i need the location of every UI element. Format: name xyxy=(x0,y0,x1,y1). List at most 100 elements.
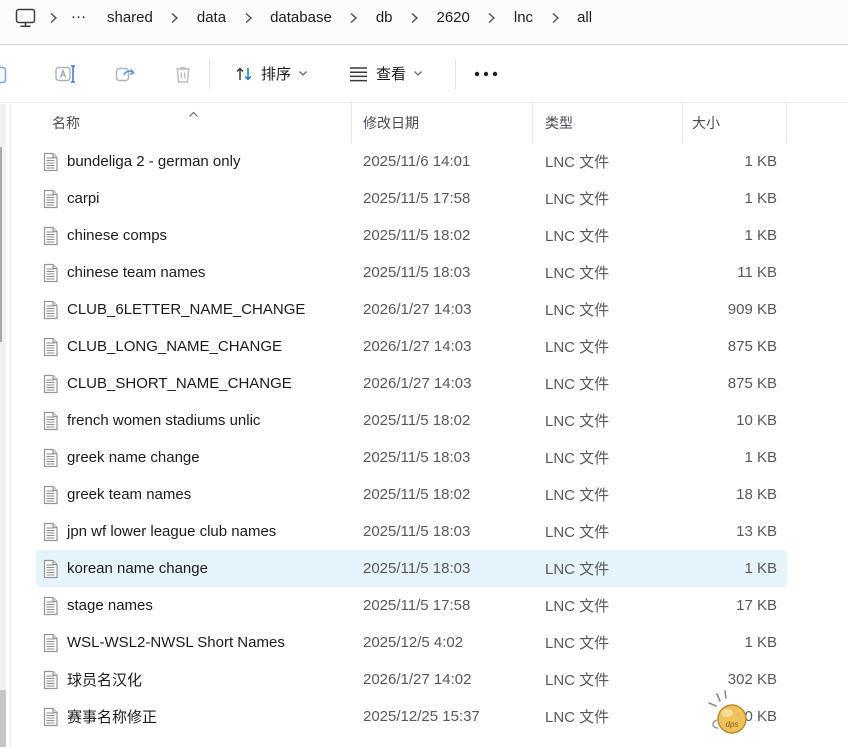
document-icon xyxy=(42,152,59,172)
nav-pane-edge-bottom xyxy=(0,690,6,747)
table-row[interactable]: chinese comps 2025/11/5 18:02 LNC 文件 1 K… xyxy=(36,217,787,254)
file-size: 875 KB xyxy=(683,338,787,355)
file-size: 1 KB xyxy=(683,634,787,651)
table-row[interactable]: CLUB_SHORT_NAME_CHANGE 2026/1/27 14:03 L… xyxy=(36,365,787,402)
sort-ascending-caret-icon xyxy=(188,105,199,121)
file-type: LNC 文件 xyxy=(533,484,683,505)
chevron-right-icon xyxy=(345,12,363,24)
nav-pane-scrollbar[interactable] xyxy=(0,147,2,342)
document-icon xyxy=(42,707,59,727)
file-date-modified: 2025/12/5 4:02 xyxy=(352,634,533,651)
file-size: 11 KB xyxy=(683,264,787,281)
copy-button[interactable] xyxy=(0,54,28,94)
breadcrumb-item-all[interactable]: all xyxy=(566,5,603,30)
file-name: chinese team names xyxy=(67,264,205,281)
table-row[interactable]: CLUB_LONG_NAME_CHANGE 2026/1/27 14:03 LN… xyxy=(36,328,787,365)
document-icon xyxy=(42,189,59,209)
document-icon xyxy=(42,448,59,468)
file-date-modified: 2026/1/27 14:03 xyxy=(352,375,533,392)
chevron-down-icon xyxy=(298,70,308,77)
column-header-date-modified[interactable]: 修改日期 xyxy=(352,103,533,143)
breadcrumb-item-db[interactable]: db xyxy=(365,5,404,30)
file-type: LNC 文件 xyxy=(533,632,683,653)
file-type: LNC 文件 xyxy=(533,336,683,357)
column-header-row: 名称 修改日期 类型 大小 xyxy=(36,103,848,143)
file-explorer-window: … shared data database db 2620 lncall xyxy=(0,0,848,747)
ellipsis-icon xyxy=(473,71,499,77)
document-icon xyxy=(42,226,59,246)
delete-button[interactable] xyxy=(159,54,207,94)
table-row[interactable]: 球员名汉化 2026/1/27 14:02 LNC 文件 302 KB xyxy=(36,661,787,698)
sort-label: 排序 xyxy=(261,63,291,84)
table-row[interactable]: korean name change 2025/11/5 18:03 LNC 文… xyxy=(36,550,787,587)
rename-button[interactable] xyxy=(42,54,90,94)
sort-arrows-icon xyxy=(234,64,254,84)
column-header-size[interactable]: 大小 xyxy=(683,103,787,143)
breadcrumb-item-data[interactable]: data xyxy=(186,5,237,30)
file-size: 1 KB xyxy=(683,153,787,170)
file-size: 20 KB xyxy=(683,708,787,725)
table-row[interactable]: WSL-WSL2-NWSL Short Names 2025/12/5 4:02… xyxy=(36,624,787,661)
file-type: LNC 文件 xyxy=(533,188,683,209)
file-type: LNC 文件 xyxy=(533,225,683,246)
file-size: 18 KB xyxy=(683,486,787,503)
share-icon xyxy=(114,63,138,85)
monitor-icon[interactable] xyxy=(8,4,42,32)
file-name: CLUB_6LETTER_NAME_CHANGE xyxy=(67,301,305,318)
file-size: 875 KB xyxy=(683,375,787,392)
file-size: 1 KB xyxy=(683,190,787,207)
pane-divider xyxy=(10,104,11,747)
file-name: greek name change xyxy=(67,449,200,466)
table-row[interactable]: CLUB_6LETTER_NAME_CHANGE 2026/1/27 14:03… xyxy=(36,291,787,328)
table-row[interactable]: greek name change 2025/11/5 18:03 LNC 文件… xyxy=(36,439,787,476)
file-name: bundeliga 2 - german only xyxy=(67,153,240,170)
file-name: korean name change xyxy=(67,560,208,577)
file-name: carpi xyxy=(67,190,100,207)
file-name: french women stadiums unlic xyxy=(67,412,260,429)
table-row[interactable]: stage names 2025/11/5 17:58 LNC 文件 17 KB xyxy=(36,587,787,624)
view-lines-icon xyxy=(348,65,369,83)
breadcrumb-item-lnc[interactable]: lnc xyxy=(503,5,544,30)
toolbar-divider xyxy=(455,59,456,89)
file-type: LNC 文件 xyxy=(533,373,683,394)
breadcrumb: … shared data database db 2620 lncall xyxy=(0,0,848,45)
document-icon xyxy=(42,670,59,690)
file-date-modified: 2025/11/5 18:02 xyxy=(352,486,533,503)
table-row[interactable]: greek team names 2025/11/5 18:02 LNC 文件 … xyxy=(36,476,787,513)
file-size: 17 KB xyxy=(683,597,787,614)
breadcrumb-item-database[interactable]: database xyxy=(259,5,343,30)
sort-button[interactable]: 排序 xyxy=(226,54,316,94)
file-size: 1 KB xyxy=(683,227,787,244)
toolbar-divider xyxy=(209,59,210,89)
document-icon xyxy=(42,337,59,357)
file-date-modified: 2025/11/5 18:02 xyxy=(352,227,533,244)
breadcrumb-items: shared data database db 2620 lncall xyxy=(96,5,603,30)
trash-icon xyxy=(172,63,194,85)
copy-icon xyxy=(0,63,16,85)
share-button[interactable] xyxy=(102,54,150,94)
breadcrumb-item-2620[interactable]: 2620 xyxy=(426,5,481,30)
table-row[interactable]: french women stadiums unlic 2025/11/5 18… xyxy=(36,402,787,439)
table-row[interactable]: bundeliga 2 - german only 2025/11/6 14:0… xyxy=(36,143,787,180)
document-icon xyxy=(42,559,59,579)
monitor-icon-svg xyxy=(14,7,37,29)
document-icon xyxy=(42,411,59,431)
breadcrumb-item-shared[interactable]: shared xyxy=(96,5,164,30)
file-name: chinese comps xyxy=(67,227,167,244)
document-icon xyxy=(42,300,59,320)
table-row[interactable]: 赛事名称修正 2025/12/25 15:37 LNC 文件 20 KB xyxy=(36,698,787,735)
see-more-button[interactable] xyxy=(466,54,506,94)
file-type: LNC 文件 xyxy=(533,262,683,283)
file-name: WSL-WSL2-NWSL Short Names xyxy=(67,634,285,651)
table-row[interactable]: jpn wf lower league club names 2025/11/5… xyxy=(36,513,787,550)
column-header-type[interactable]: 类型 xyxy=(533,103,683,143)
file-size: 1 KB xyxy=(683,449,787,466)
document-icon xyxy=(42,485,59,505)
file-name: 球员名汉化 xyxy=(67,669,142,690)
table-row[interactable]: chinese team names 2025/11/5 18:03 LNC 文… xyxy=(36,254,787,291)
view-button[interactable]: 查看 xyxy=(340,54,431,94)
file-name: stage names xyxy=(67,597,153,614)
table-row[interactable]: carpi 2025/11/5 17:58 LNC 文件 1 KB xyxy=(36,180,787,217)
file-type: LNC 文件 xyxy=(533,595,683,616)
breadcrumb-overflow-button[interactable]: … xyxy=(64,5,94,31)
